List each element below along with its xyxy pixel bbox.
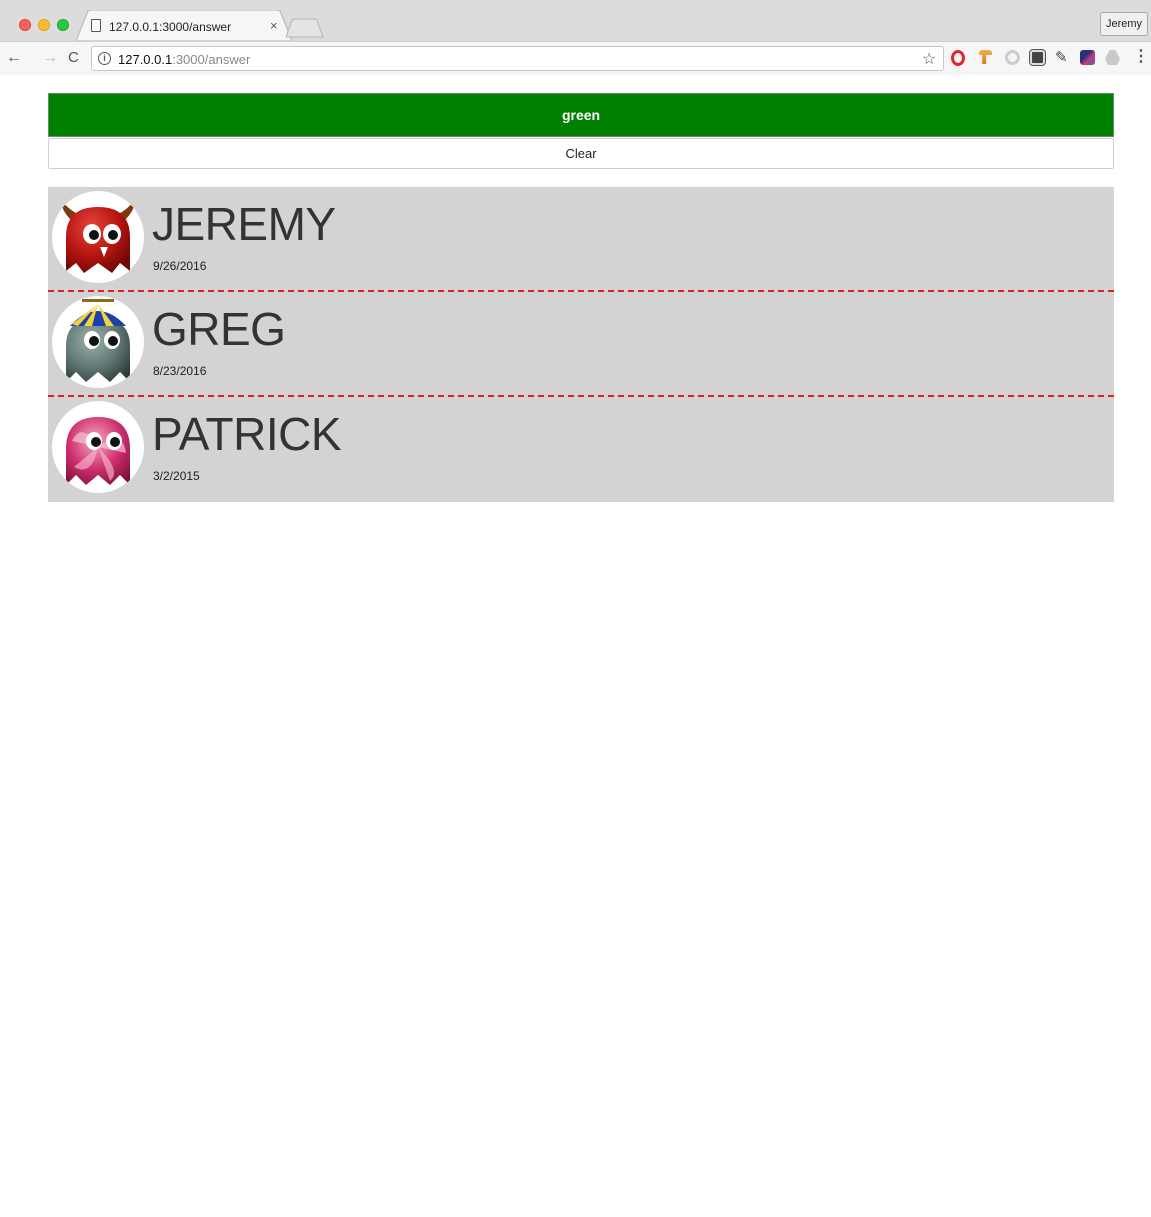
url-path: :3000/answer xyxy=(172,52,251,67)
tab-close-icon[interactable]: × xyxy=(270,18,278,33)
avatar xyxy=(52,296,144,388)
tab-title: 127.0.0.1:3000/answer xyxy=(109,20,232,34)
minimize-window-button[interactable] xyxy=(38,19,50,31)
ring-extension-icon[interactable] xyxy=(1005,50,1020,65)
url-text[interactable]: 127.0.0.1:3000/answer xyxy=(118,52,250,67)
person-name: PATRICK xyxy=(152,408,342,460)
document-icon xyxy=(91,19,101,32)
forward-arrow-icon[interactable]: → xyxy=(42,49,58,67)
propeller-hat-ghost-icon xyxy=(66,299,130,382)
close-window-button[interactable] xyxy=(19,19,31,31)
person-date: 8/23/2016 xyxy=(153,364,207,378)
tab-strip: 127.0.0.1:3000/answer × Jeremy xyxy=(0,0,1151,41)
people-list: JEREMY 9/26/2016 GREG 8/23/2016 PATRICK … xyxy=(48,187,1114,502)
nyan-extension-icon[interactable] xyxy=(1080,50,1095,65)
avatar xyxy=(52,401,144,493)
clear-button[interactable]: Clear xyxy=(48,138,1114,169)
person-name: JEREMY xyxy=(152,198,336,250)
browser-menu-icon[interactable]: ⋮ xyxy=(1133,48,1149,66)
profile-button[interactable]: Jeremy xyxy=(1100,12,1148,36)
eyedropper-extension-icon[interactable]: ✎ xyxy=(1055,50,1070,65)
red-devil-monster-icon xyxy=(61,201,135,273)
person-name: GREG xyxy=(152,303,286,355)
reload-icon[interactable]: C xyxy=(68,49,79,67)
drive-extension-icon[interactable] xyxy=(1105,50,1120,65)
person-date: 9/26/2016 xyxy=(153,259,207,273)
address-bar[interactable]: i 127.0.0.1:3000/answer ☆ xyxy=(91,46,944,71)
list-item: JEREMY 9/26/2016 xyxy=(48,187,1114,292)
back-arrow-icon[interactable]: ← xyxy=(6,49,22,67)
pink-candy-ghost-icon xyxy=(66,417,130,485)
bookmark-star-icon[interactable]: ☆ xyxy=(922,49,936,69)
browser-toolbar: ← → C i 127.0.0.1:3000/answer ☆ ✎ ⋮ xyxy=(0,41,1151,75)
url-host: 127.0.0.1 xyxy=(118,52,173,67)
key-extension-icon[interactable] xyxy=(979,50,992,64)
person-date: 3/2/2015 xyxy=(153,469,200,483)
color-answer-bar: green xyxy=(48,93,1114,137)
square-extension-icon[interactable] xyxy=(1029,49,1046,66)
new-tab-button[interactable] xyxy=(286,18,324,38)
zoom-window-button[interactable] xyxy=(57,19,69,31)
site-info-icon[interactable]: i xyxy=(98,52,111,65)
list-item: PATRICK 3/2/2015 xyxy=(48,397,1114,502)
opera-extension-icon[interactable] xyxy=(951,50,965,66)
page-content: green Clear JEREMY 9/26/2016 GREG 8/23/2… xyxy=(0,76,1151,1217)
list-item: GREG 8/23/2016 xyxy=(48,292,1114,397)
browser-window-chrome: 127.0.0.1:3000/answer × Jeremy ← → C i 1… xyxy=(0,0,1151,75)
avatar xyxy=(52,191,144,283)
